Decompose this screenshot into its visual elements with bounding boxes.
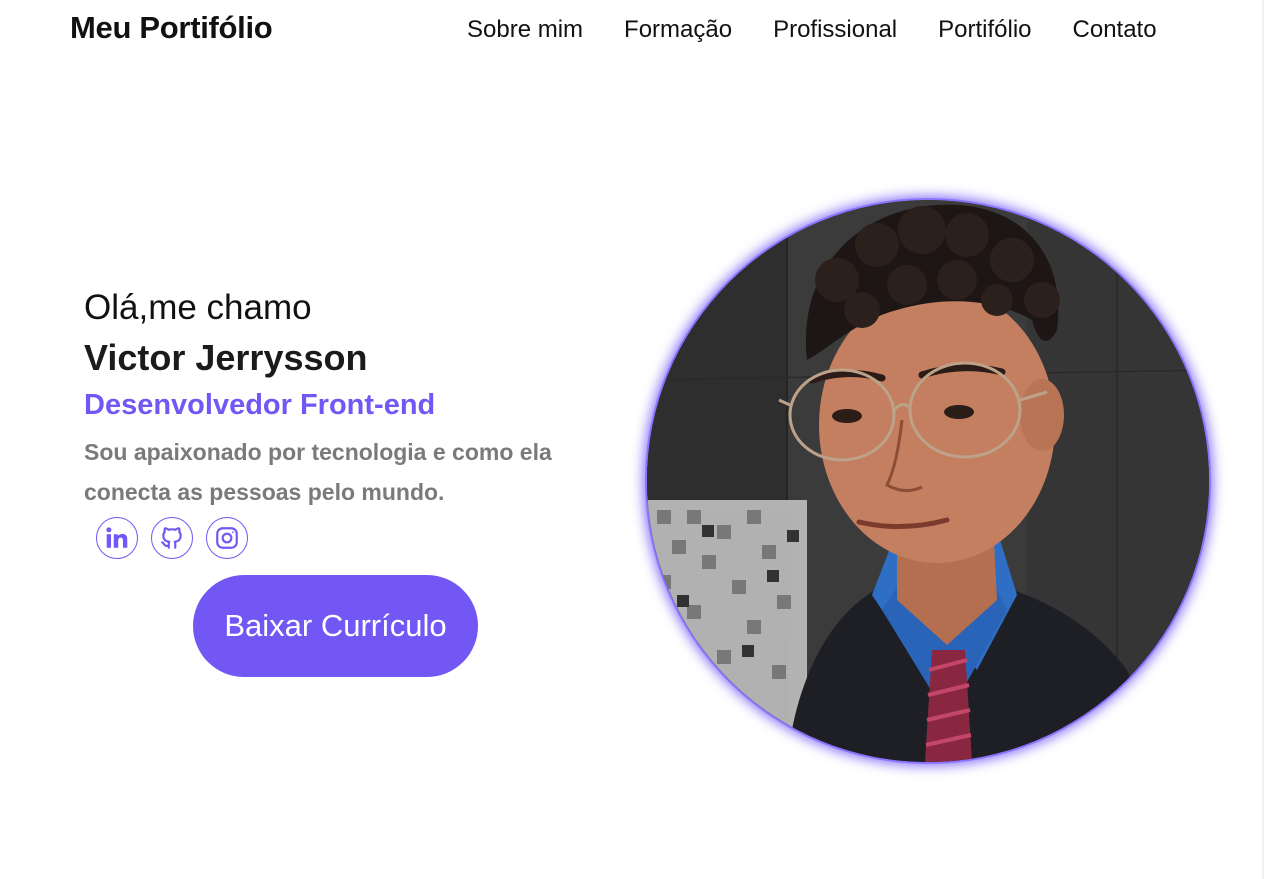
github-link[interactable] [151,517,193,559]
github-icon [159,525,185,551]
hero-greeting: Olá,me chamo [84,288,312,327]
profile-photo [647,200,1209,762]
hero-name: Victor Jerrysson [84,337,368,378]
instagram-icon [214,525,240,551]
site-logo[interactable]: Meu Portifólio [70,10,273,46]
page: Meu Portifólio Sobre mim Formação Profis… [0,0,1264,879]
nav-link-profissional[interactable]: Profissional [773,16,897,44]
main-nav: Sobre mim Formação Profissional Portifól… [467,16,1157,44]
instagram-link[interactable] [206,517,248,559]
nav-link-formacao[interactable]: Formação [624,16,732,44]
download-cv-button[interactable]: Baixar Currículo [193,575,478,677]
nav-link-portifolio[interactable]: Portifólio [938,16,1031,44]
linkedin-link[interactable] [96,517,138,559]
linkedin-icon [104,525,130,551]
hero-role: Desenvolvedor Front-end [84,389,436,421]
hero-bio: Sou apaixonado por tecnologia e como ela… [84,439,552,505]
nav-link-contato[interactable]: Contato [1073,16,1157,44]
nav-link-sobre-mim[interactable]: Sobre mim [467,16,583,44]
social-links [96,517,248,559]
